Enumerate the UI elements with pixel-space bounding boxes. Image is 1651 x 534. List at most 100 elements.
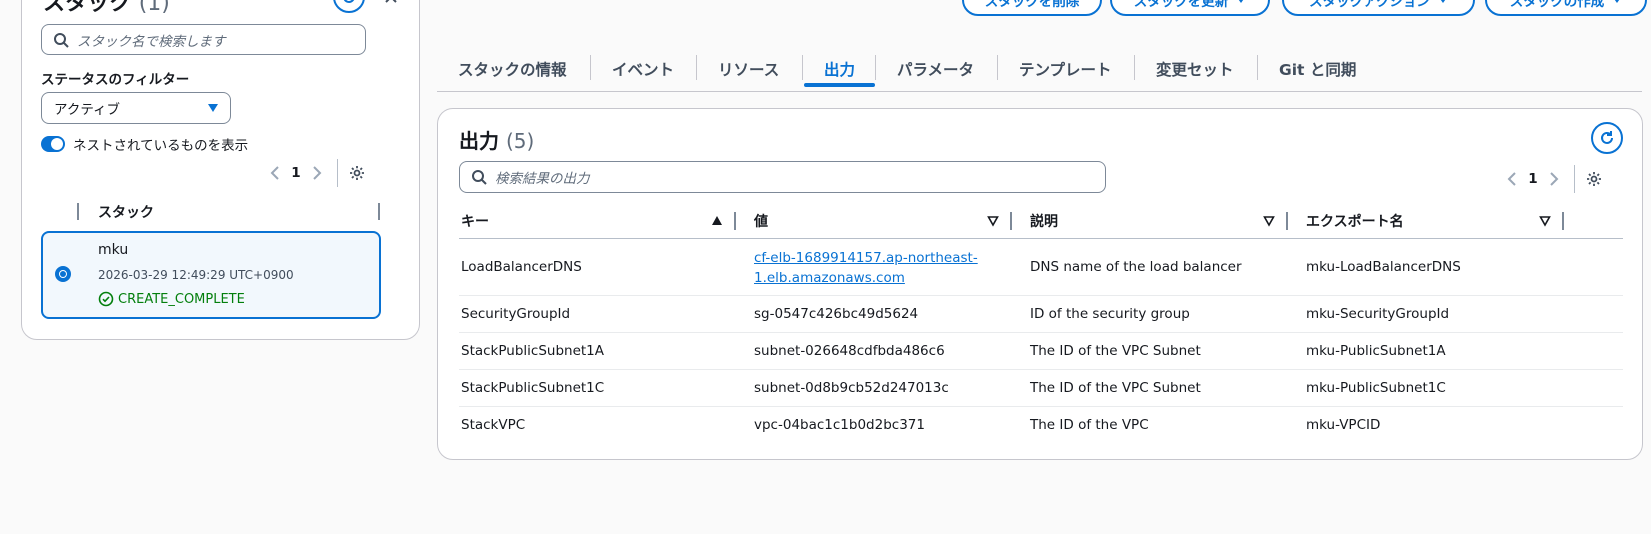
search-placeholder: スタック名で検索します [77,33,226,50]
gear-icon [350,166,364,180]
column-divider [1562,212,1564,230]
stack-timestamp: 2026-03-29 12:49:29 UTC+0900 [98,268,294,282]
tab-divider [875,55,876,80]
outputs-panel: 出力 (5) 検索結果の出力 1 キー 値 説明 エクスポート名 LoadBal… [437,108,1643,460]
status-filter-value: アクティブ [54,102,121,118]
output-export-name: mku-VPCID [1306,417,1381,433]
output-description: DNS name of the load balancer [1030,259,1242,275]
output-value: subnet-0d8b9cb52d247013c [754,380,949,396]
value-link-line1[interactable]: cf-elb-1689914157.ap-northeast- [754,250,978,266]
tab-template[interactable]: テンプレート [1019,52,1112,92]
outputs-table: キー 値 説明 エクスポート名 LoadBalancerDNS cf-elb-1… [459,203,1623,444]
prev-page-button[interactable] [265,163,285,183]
caret-down-icon [1440,0,1446,3]
sort-icon[interactable] [1263,215,1275,227]
sort-icon[interactable] [1539,215,1551,227]
outputs-search-input[interactable]: 検索結果の出力 [459,161,1106,193]
stack-radio[interactable] [55,266,71,282]
status-text: CREATE_COMPLETE [118,291,245,307]
next-page-button[interactable] [307,163,327,183]
column-header-export[interactable]: エクスポート名 [1306,211,1404,231]
page-number[interactable]: 1 [285,165,307,181]
stack-pagination: 1 [265,159,368,187]
create-stack-button[interactable]: スタックの作成 [1485,0,1647,16]
tab-divider [1134,55,1135,80]
chevron-right-icon [1550,172,1559,186]
outputs-pagination: 1 [1502,165,1605,193]
output-key: SecurityGroupId [461,306,571,322]
caret-down-icon [1239,0,1244,3]
refresh-icon [1601,131,1613,144]
caret-down-icon [208,104,218,112]
tab-events[interactable]: イベント [612,52,674,92]
nested-toggle-row: ネストされているものを表示 [41,134,248,154]
table-row: StackPublicSubnet1A subnet-026648cdfbda4… [459,333,1623,370]
output-description: ID of the security group [1030,306,1190,322]
stack-list-item[interactable]: mku 2026-03-29 12:49:29 UTC+0900 CREATE_… [41,231,381,319]
tab-stack-info[interactable]: スタックの情報 [458,52,567,92]
stack-search-input[interactable]: スタック名で検索します [41,24,366,55]
tab-divider [997,55,998,80]
column-divider [77,203,79,220]
chevron-left-icon [1507,172,1516,186]
status-badge: CREATE_COMPLETE [98,291,245,307]
tab-divider [802,55,803,80]
column-header-value[interactable]: 値 [754,211,768,231]
output-export-name: mku-PublicSubnet1A [1306,343,1446,359]
output-key: StackPublicSubnet1C [461,380,605,396]
divider [1574,165,1575,193]
column-divider [1010,212,1012,230]
gear-icon [1587,172,1601,186]
output-export-name: mku-SecurityGroupId [1306,306,1450,322]
column-header-key[interactable]: キー [461,211,489,231]
stack-actions-button[interactable]: スタックアクション [1282,0,1475,16]
output-value: subnet-026648cdfbda486c6 [754,343,945,359]
divider [337,159,338,187]
sort-icon[interactable] [987,215,999,227]
update-stack-button[interactable]: スタックを更新 [1110,0,1270,16]
close-button[interactable] [377,0,405,11]
output-value-link[interactable]: cf-elb-1689914157.ap-northeast- 1.elb.am… [754,248,978,288]
check-circle-icon [98,291,114,307]
output-description: The ID of the VPC Subnet [1030,343,1201,359]
table-row: StackPublicSubnet1C subnet-0d8b9cb52d247… [459,370,1623,407]
refresh-button[interactable] [1591,122,1623,154]
output-export-name: mku-LoadBalancerDNS [1306,259,1461,275]
status-filter-label: ステータスのフィルター [41,72,190,88]
column-header-description[interactable]: 説明 [1030,211,1058,231]
tab-divider [696,55,697,80]
stack-column-header: スタック [41,199,382,223]
search-placeholder: 検索結果の出力 [495,171,590,187]
next-page-button[interactable] [1544,169,1564,189]
page-number[interactable]: 1 [1522,171,1544,187]
nested-toggle[interactable] [41,136,65,152]
output-export-name: mku-PublicSubnet1C [1306,380,1446,396]
output-description: The ID of the VPC Subnet [1030,380,1201,396]
output-key: StackPublicSubnet1A [461,343,605,359]
value-link-line2[interactable]: 1.elb.amazonaws.com [754,270,905,286]
status-filter-select[interactable]: アクティブ [41,92,231,124]
refresh-button[interactable] [333,0,365,13]
caret-down-icon [1615,0,1620,3]
output-value: sg-0547c426bc49d5624 [754,306,919,322]
table-header: キー 値 説明 エクスポート名 [459,203,1623,239]
tab-git-sync[interactable]: Git と同期 [1279,52,1356,92]
sort-ascending-icon[interactable] [711,215,723,227]
panel-title: スタック (1) [43,0,170,17]
tab-parameters[interactable]: パラメータ [897,52,974,92]
prev-page-button[interactable] [1502,169,1522,189]
tab-resources[interactable]: リソース [718,52,779,92]
preferences-button[interactable] [1583,168,1605,190]
stacks-panel: スタック (1) スタック名で検索します ステータスのフィルター アクティブ ネ… [21,0,420,340]
delete-stack-button[interactable]: スタックを削除 [962,0,1102,16]
preferences-button[interactable] [346,162,368,184]
column-divider [734,212,736,230]
chevron-right-icon [313,166,322,180]
tab-change-sets[interactable]: 変更セット [1156,52,1234,92]
stack-count: (1) [138,0,170,16]
output-key: StackVPC [461,417,526,433]
outputs-title: 出力 (5) [459,129,535,153]
refresh-icon [343,0,355,3]
chevron-left-icon [270,166,279,180]
close-icon [385,0,397,3]
